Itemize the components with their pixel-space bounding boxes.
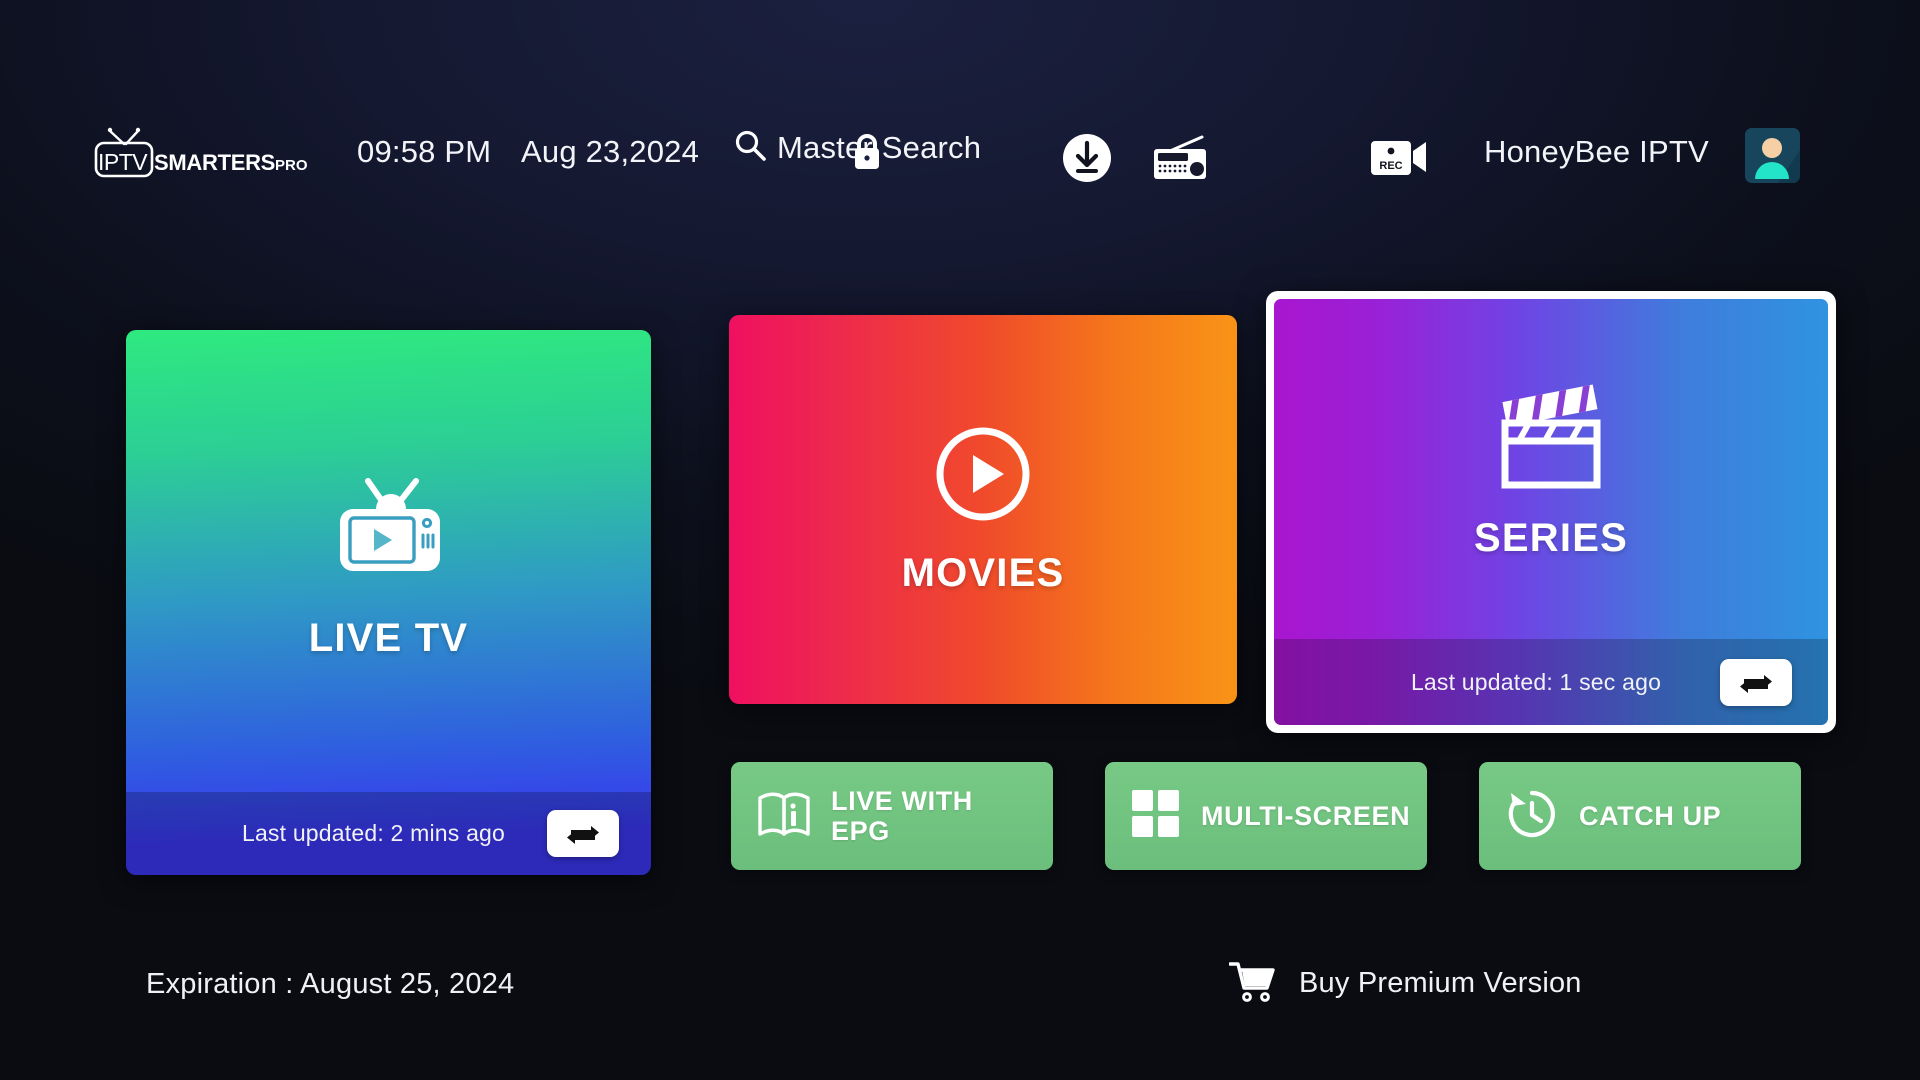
card-series-focus-ring: SERIES Last updated: 1 sec ago xyxy=(1266,291,1836,733)
card-live-tv-body: LIVE TV xyxy=(126,330,651,792)
button-catch-up[interactable]: CATCH UP xyxy=(1479,762,1801,870)
button-catch-up-label: CATCH UP xyxy=(1579,800,1722,831)
cards-stage: LIVE TV Last updated: 2 mins ago MOVIES xyxy=(0,0,1920,1080)
tv-icon xyxy=(324,461,454,596)
button-live-with-epg-label: LIVE WITH EPG xyxy=(831,785,973,846)
button-multi-screen[interactable]: MULTI-SCREEN xyxy=(1105,762,1427,870)
card-series[interactable]: SERIES Last updated: 1 sec ago xyxy=(1274,299,1828,725)
clapperboard-icon xyxy=(1491,377,1611,500)
card-live-tv-refresh-button[interactable] xyxy=(547,810,619,857)
card-live-tv-footer: Last updated: 2 mins ago xyxy=(126,792,651,875)
card-movies-title: MOVIES xyxy=(901,550,1065,595)
buy-premium-label: Buy Premium Version xyxy=(1299,967,1582,999)
card-series-footer: Last updated: 1 sec ago xyxy=(1274,639,1828,725)
refresh-loop-icon xyxy=(567,825,599,844)
grid-four-icon xyxy=(1131,789,1181,844)
play-circle-icon xyxy=(933,424,1033,529)
card-live-tv-title: LIVE TV xyxy=(308,616,469,660)
button-live-with-epg[interactable]: LIVE WITH EPG xyxy=(731,762,1053,870)
card-movies[interactable]: MOVIES xyxy=(729,315,1237,704)
card-series-refresh-button[interactable] xyxy=(1720,659,1792,706)
card-live-tv-last-updated: Last updated: 2 mins ago xyxy=(241,820,506,846)
history-clock-icon xyxy=(1505,787,1559,846)
card-series-body: SERIES xyxy=(1274,299,1828,639)
card-series-title: SERIES xyxy=(1474,516,1628,560)
refresh-loop-icon xyxy=(1740,674,1772,693)
card-series-last-updated: Last updated: 1 sec ago xyxy=(1410,668,1662,695)
buy-premium-button[interactable]: Buy Premium Version xyxy=(1228,960,1582,1007)
shopping-cart-icon xyxy=(1228,960,1275,1007)
button-multi-screen-label: MULTI-SCREEN xyxy=(1201,800,1411,831)
card-movies-body: MOVIES xyxy=(729,315,1237,704)
book-info-icon xyxy=(757,790,811,843)
card-live-tv[interactable]: LIVE TV Last updated: 2 mins ago xyxy=(126,330,651,875)
expiration-text: Expiration : August 25, 2024 xyxy=(146,968,515,1000)
